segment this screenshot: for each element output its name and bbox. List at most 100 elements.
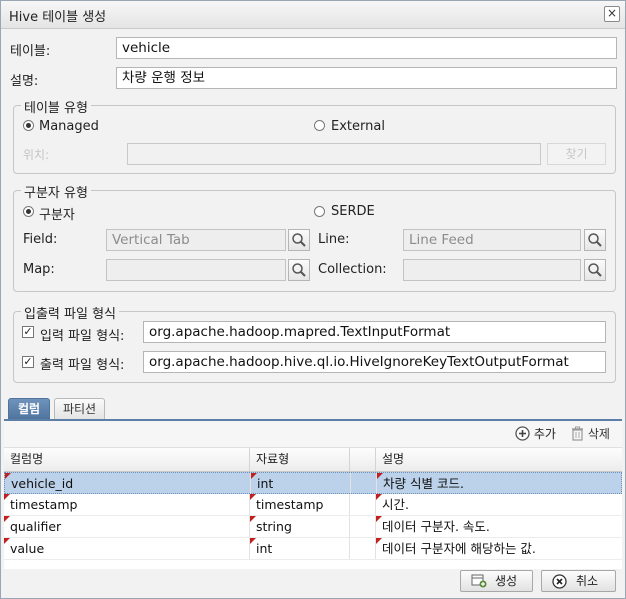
cell-text: timestamp — [10, 497, 78, 512]
dirty-marker — [250, 494, 256, 500]
create-button-label: 생성 — [495, 574, 518, 588]
header-column-name[interactable]: 컬럼명 — [4, 448, 250, 471]
cell-data-type[interactable]: string — [250, 516, 350, 537]
output-format-label: 출력 파일 형식: — [40, 358, 125, 373]
create-hive-table-dialog: Hive 테이블 생성 × 테이블: vehicle 설명: 차량 운행 정보 … — [0, 0, 626, 599]
table-row[interactable]: timestamp timestamp 시간. — [4, 494, 622, 516]
cell-blank[interactable] — [351, 473, 377, 494]
cell-text: vehicle_id — [11, 476, 74, 491]
cell-text: value — [10, 541, 45, 556]
dirty-marker — [376, 494, 382, 500]
output-format-input[interactable]: org.apache.hadoop.hive.ql.io.HiveIgnoreK… — [143, 351, 606, 373]
cell-data-type[interactable]: int — [251, 473, 351, 494]
cell-text: int — [256, 541, 273, 556]
delimiter-radio[interactable] — [23, 206, 34, 217]
line-delimiter-input[interactable]: Line Feed — [403, 229, 581, 251]
output-format-checkbox[interactable]: ✓ — [22, 356, 34, 368]
dirty-marker — [4, 494, 10, 500]
line-label: Line: — [318, 232, 350, 247]
cell-blank[interactable] — [350, 538, 376, 559]
cell-column-name[interactable]: value — [4, 538, 250, 559]
add-button[interactable]: 추가 — [515, 425, 556, 442]
grid-toolbar: 추가 삭제 — [4, 421, 622, 448]
cell-description[interactable]: 시간. — [376, 494, 622, 515]
header-blank[interactable] — [350, 448, 376, 471]
cell-data-type[interactable]: timestamp — [250, 494, 350, 515]
add-icon — [515, 426, 530, 441]
table-name-input[interactable]: vehicle — [116, 37, 617, 59]
dirty-marker — [4, 538, 10, 544]
header-description[interactable]: 설명 — [376, 448, 622, 471]
map-label: Map: — [23, 262, 55, 277]
find-location-button[interactable]: 찾기 — [547, 143, 606, 165]
cell-text: 차량 식별 코드. — [383, 476, 464, 491]
search-icon — [588, 263, 602, 277]
trash-icon — [572, 426, 583, 441]
cell-description[interactable]: 데이터 구분자에 해당하는 값. — [376, 538, 622, 559]
cell-text: qualifier — [10, 519, 62, 534]
location-input[interactable] — [127, 143, 541, 165]
cell-text: int — [257, 476, 274, 491]
managed-label: Managed — [39, 119, 99, 134]
cell-column-name[interactable]: vehicle_id — [5, 473, 251, 494]
dirty-marker — [5, 473, 11, 479]
dialog-title: Hive 테이블 생성 — [9, 10, 107, 25]
table-name-label: 테이블: — [10, 44, 51, 59]
external-radio[interactable] — [314, 120, 325, 131]
input-format-input[interactable]: org.apache.hadoop.mapred.TextInputFormat — [143, 321, 606, 343]
dirty-marker — [250, 516, 256, 522]
cell-description[interactable]: 데이터 구분자. 속도. — [376, 516, 622, 537]
cell-text: 시간. — [382, 497, 409, 512]
input-format-checkbox[interactable]: ✓ — [22, 326, 34, 338]
cancel-button[interactable]: 취소 — [541, 570, 616, 592]
cell-blank[interactable] — [350, 494, 376, 515]
search-icon — [292, 263, 306, 277]
cell-column-name[interactable]: timestamp — [4, 494, 250, 515]
cell-description[interactable]: 차량 식별 코드. — [377, 473, 621, 494]
create-button[interactable]: 생성 — [460, 570, 533, 592]
dirty-marker — [250, 538, 256, 544]
description-input[interactable]: 차량 운행 정보 — [116, 67, 617, 89]
add-button-label: 추가 — [533, 427, 556, 441]
cell-blank[interactable] — [350, 516, 376, 537]
dirty-marker — [251, 473, 257, 479]
create-table-icon — [471, 574, 487, 588]
collection-search-button[interactable] — [584, 259, 606, 281]
delimiter-type-legend: 구분자 유형 — [21, 182, 91, 201]
header-data-type[interactable]: 자료형 — [250, 448, 350, 471]
managed-radio[interactable] — [23, 120, 34, 131]
cancel-icon — [552, 574, 567, 589]
delimiter-option-label: 구분자 — [39, 208, 75, 223]
cell-data-type[interactable]: int — [250, 538, 350, 559]
cell-text: string — [256, 519, 292, 534]
table-row[interactable]: qualifier string 데이터 구분자. 속도. — [4, 516, 622, 538]
field-label: Field: — [23, 232, 58, 247]
table-row[interactable]: vehicle_id int 차량 식별 코드. — [4, 472, 622, 494]
grid-header: 컬럼명 자료형 설명 — [4, 448, 622, 472]
serde-radio[interactable] — [314, 206, 325, 217]
tab-partitions[interactable]: 파티션 — [54, 398, 105, 420]
cell-text: timestamp — [256, 497, 324, 512]
location-label: 위치: — [23, 148, 50, 162]
tab-columns[interactable]: 컬럼 — [8, 398, 50, 420]
map-delimiter-input[interactable] — [106, 259, 286, 281]
close-icon[interactable]: × — [604, 6, 620, 22]
line-search-button[interactable] — [584, 229, 606, 251]
search-icon — [588, 233, 602, 247]
external-label: External — [331, 119, 385, 134]
delete-button[interactable]: 삭제 — [571, 425, 610, 442]
collection-delimiter-input[interactable] — [403, 259, 581, 281]
map-search-button[interactable] — [288, 259, 310, 281]
field-delimiter-input[interactable]: Vertical Tab — [106, 229, 286, 251]
field-search-button[interactable] — [288, 229, 310, 251]
io-format-legend: 입출력 파일 형식 — [21, 303, 119, 322]
cell-text: 데이터 구분자에 해당하는 값. — [382, 541, 536, 556]
dirty-marker — [377, 473, 383, 479]
cancel-button-label: 취소 — [576, 574, 599, 588]
serde-option-label: SERDE — [331, 204, 375, 219]
table-row[interactable]: value int 데이터 구분자에 해당하는 값. — [4, 538, 622, 560]
cell-column-name[interactable]: qualifier — [4, 516, 250, 537]
titlebar: Hive 테이블 생성 × — [1, 1, 625, 29]
cell-text: 데이터 구분자. 속도. — [382, 519, 490, 534]
dirty-marker — [376, 538, 382, 544]
